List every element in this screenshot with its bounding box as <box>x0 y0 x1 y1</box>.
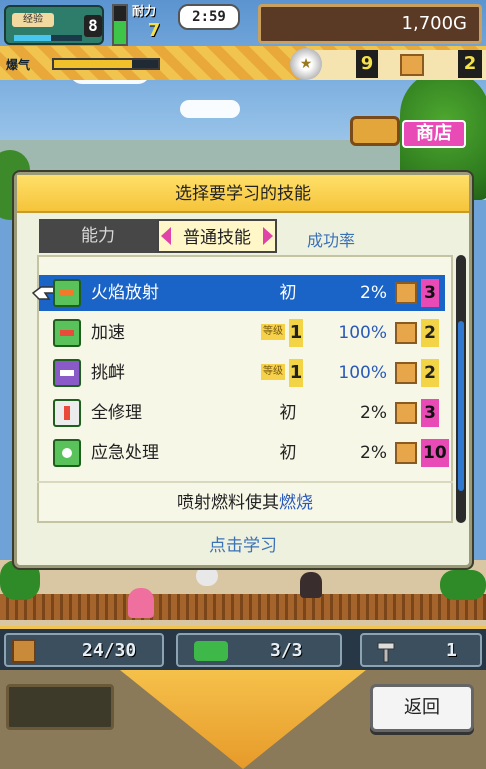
skill-name: 全修理 <box>91 403 142 423</box>
footer-left-slot <box>6 684 114 730</box>
crate-count: 2 <box>458 50 482 78</box>
pink-hair-character <box>128 588 154 618</box>
tab-prev-arrow-icon[interactable] <box>161 227 171 245</box>
skill-name: 加速 <box>91 323 125 343</box>
skill-learn-dialog: 选择要学习的技能 能力 普通技能 成功率 火焰放射 初 2% 3 加速 等级 1… <box>14 172 472 568</box>
level-progress-bar <box>14 35 82 41</box>
crate-icon <box>395 402 417 424</box>
crate-icon <box>395 442 417 464</box>
skill-name: 挑衅 <box>91 363 125 383</box>
skill-rate: 2% <box>360 283 387 303</box>
materials-stat: 24/30 <box>4 633 164 667</box>
level-tag: 等级 <box>261 364 285 380</box>
medal-count: 9 <box>356 50 378 78</box>
fence <box>0 594 486 620</box>
success-rate-header: 成功率 <box>307 231 356 250</box>
skill-cost: 3 <box>421 399 439 427</box>
level-tag: 等级 <box>261 324 285 340</box>
skill-rate: 2% <box>360 403 387 423</box>
level-panel: 经验 8 <box>4 5 104 45</box>
medal-icon: ★ <box>290 48 322 80</box>
exp-badge: 经验 <box>12 13 54 27</box>
skill-cost: 10 <box>421 439 449 467</box>
bottom-status-bar: 24/30 3/3 1 <box>0 626 486 670</box>
tab-normal-skill[interactable]: 普通技能 <box>157 219 277 253</box>
first-aid-skill-icon <box>53 439 81 467</box>
crate-icon <box>395 282 417 304</box>
dark-character <box>300 572 322 598</box>
skill-description: 喷射燃料使其燃烧 <box>37 481 453 521</box>
taunt-skill-icon <box>53 359 81 387</box>
flame-skill-icon <box>53 279 81 307</box>
shop-label: 商店 <box>402 120 466 148</box>
tools-value: 1 <box>446 640 457 661</box>
tab-normal-skill-label: 普通技能 <box>183 228 251 248</box>
description-highlight: 燃烧 <box>279 493 313 513</box>
clock-bubble: 2:59 <box>178 4 240 30</box>
crate-icon <box>395 362 417 384</box>
skill-rate: 100% <box>338 363 387 383</box>
dialog-title: 选择要学习的技能 <box>17 175 469 213</box>
scrollbar-thumb[interactable] <box>458 321 464 491</box>
boost-label: 爆气 <box>6 58 31 72</box>
skill-level: 1 <box>289 359 303 387</box>
skill-row[interactable]: 火焰放射 初 2% 3 <box>31 275 445 311</box>
speed-skill-icon <box>53 319 81 347</box>
boost-bar <box>52 58 160 70</box>
skill-name: 应急处理 <box>91 443 159 463</box>
skill-cost: 2 <box>421 319 439 347</box>
hammer-icon <box>376 641 396 663</box>
treasure-chest-icon <box>350 116 400 146</box>
lantern <box>196 566 218 586</box>
shop-button[interactable]: 商店 <box>350 112 470 152</box>
learn-button[interactable]: 点击学习 <box>17 531 469 556</box>
vehicles-value: 3/3 <box>270 640 303 661</box>
stamina-label: 耐力 <box>132 4 157 18</box>
skill-grade: 初 <box>279 283 297 303</box>
materials-value: 24/30 <box>82 640 137 661</box>
skill-cost: 2 <box>421 359 439 387</box>
skill-row[interactable]: 全修理 初 2% 3 <box>39 395 445 431</box>
crate-icon <box>400 54 424 76</box>
skill-rate: 100% <box>338 323 387 343</box>
material-crate-icon <box>12 639 36 663</box>
stamina-value: 7 <box>147 20 161 41</box>
description-text: 喷射燃料使其 <box>177 493 279 513</box>
repair-skill-icon <box>53 399 81 427</box>
tab-next-arrow-icon[interactable] <box>263 227 273 245</box>
crate-icon <box>395 322 417 344</box>
cloud <box>180 100 240 118</box>
bush-right <box>440 570 486 600</box>
skill-level: 1 <box>289 319 303 347</box>
vehicles-stat: 3/3 <box>176 633 342 667</box>
skill-grade: 初 <box>279 443 297 463</box>
tab-ability[interactable]: 能力 <box>39 219 157 253</box>
skill-rate: 2% <box>360 443 387 463</box>
skill-grade: 初 <box>279 403 297 423</box>
skill-cost: 3 <box>421 279 439 307</box>
tools-stat: 1 <box>360 633 482 667</box>
skill-row[interactable]: 挑衅 等级 1 100% 2 <box>39 355 445 391</box>
skill-row[interactable]: 加速 等级 1 100% 2 <box>39 315 445 351</box>
stamina-gauge <box>112 4 128 46</box>
back-button[interactable]: 返回 <box>370 684 474 732</box>
vehicle-icon <box>194 641 228 661</box>
gold-display: 1,700G <box>258 4 482 44</box>
skill-name: 火焰放射 <box>91 283 159 303</box>
level-number: 8 <box>84 15 102 37</box>
skill-row[interactable]: 应急处理 初 2% 10 <box>39 435 449 471</box>
